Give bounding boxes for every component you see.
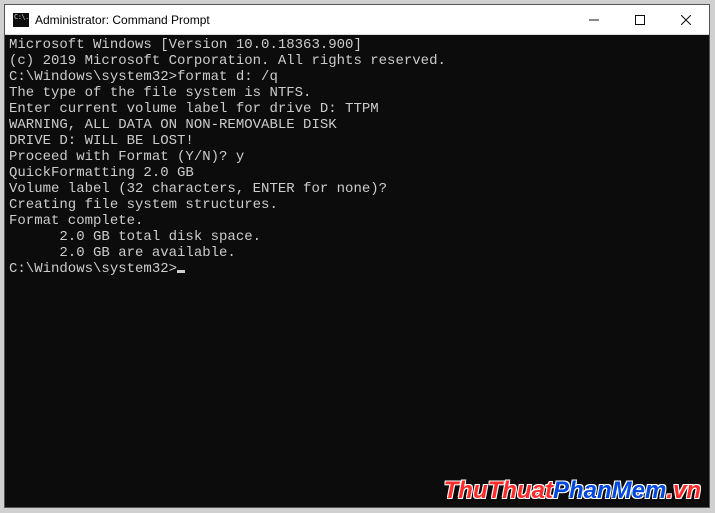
terminal-line: Enter current volume label for drive D: … — [9, 101, 705, 117]
terminal-line: Format complete. — [9, 213, 705, 229]
terminal-line: WARNING, ALL DATA ON NON-REMOVABLE DISK — [9, 117, 705, 133]
maximize-button[interactable] — [617, 5, 663, 34]
minimize-button[interactable] — [571, 5, 617, 34]
close-button[interactable] — [663, 5, 709, 34]
terminal-line: Volume label (32 characters, ENTER for n… — [9, 181, 705, 197]
terminal-line: Proceed with Format (Y/N)? y — [9, 149, 705, 165]
terminal-prompt: C:\Windows\system32> — [9, 261, 177, 277]
close-icon — [681, 15, 691, 25]
minimize-icon — [589, 15, 599, 25]
window-controls — [571, 5, 709, 34]
terminal-prompt-line: C:\Windows\system32> — [9, 261, 705, 277]
terminal-line: QuickFormatting 2.0 GB — [9, 165, 705, 181]
terminal-line: 2.0 GB total disk space. — [9, 229, 705, 245]
terminal-line: Creating file system structures. — [9, 197, 705, 213]
maximize-icon — [635, 15, 645, 25]
command-prompt-window: C:\. Administrator: Command Prompt Micro… — [4, 4, 710, 508]
terminal-line: The type of the file system is NTFS. — [9, 85, 705, 101]
titlebar[interactable]: C:\. Administrator: Command Prompt — [5, 5, 709, 35]
terminal-line: (c) 2019 Microsoft Corporation. All righ… — [9, 53, 705, 69]
cursor — [177, 270, 185, 273]
cmd-icon: C:\. — [13, 13, 29, 27]
terminal-line: 2.0 GB are available. — [9, 245, 705, 261]
window-title: Administrator: Command Prompt — [35, 13, 571, 27]
terminal-line: C:\Windows\system32>format d: /q — [9, 69, 705, 85]
terminal-output[interactable]: Microsoft Windows [Version 10.0.18363.90… — [5, 35, 709, 507]
terminal-line: DRIVE D: WILL BE LOST! — [9, 133, 705, 149]
terminal-line: Microsoft Windows [Version 10.0.18363.90… — [9, 37, 705, 53]
